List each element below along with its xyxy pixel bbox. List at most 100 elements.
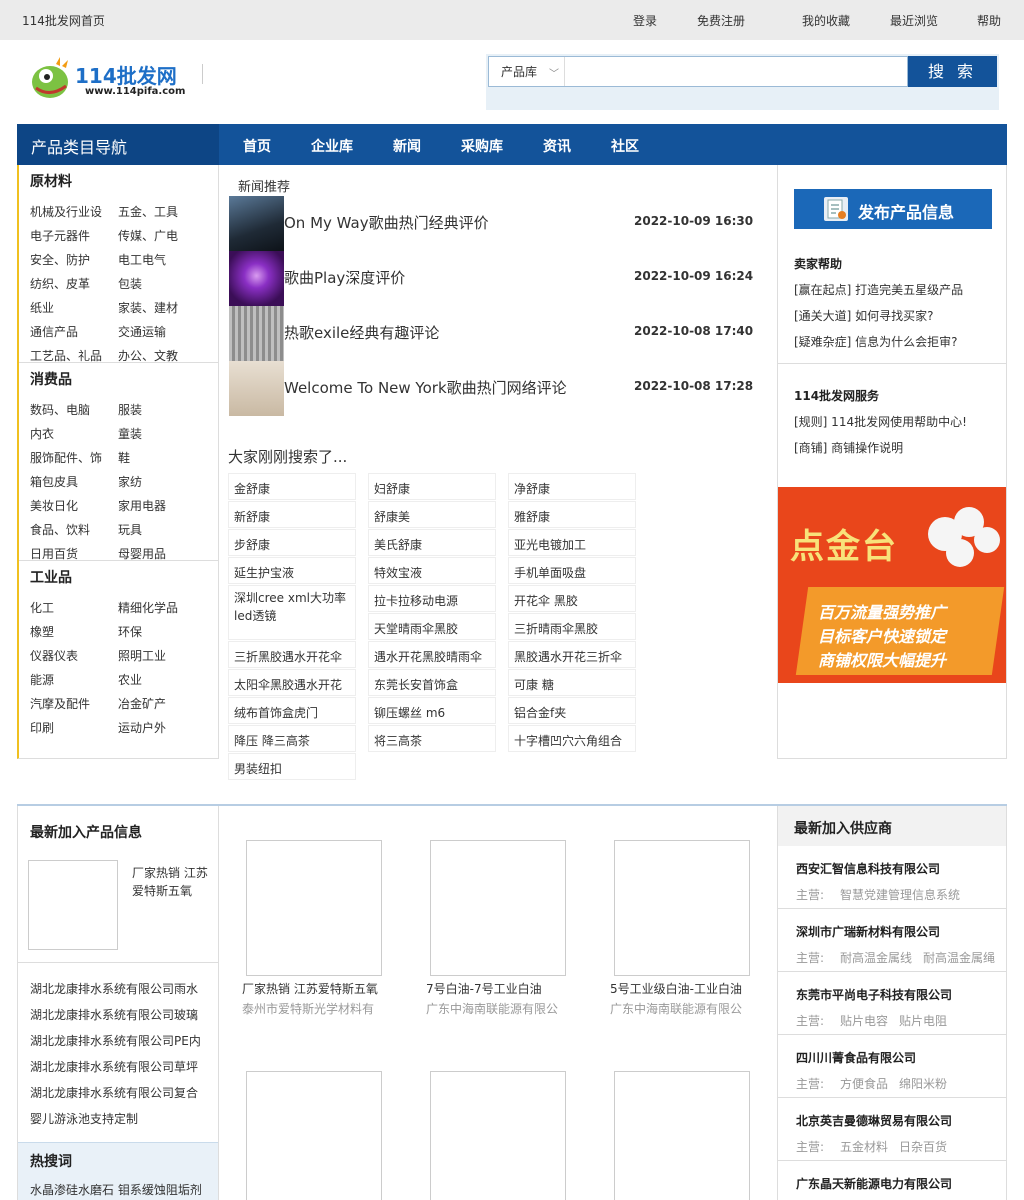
product-title[interactable]: 7号白油-7号工业白油 [426, 980, 566, 997]
category-item[interactable]: 橡塑 [30, 623, 54, 640]
publish-product-button[interactable]: 发布产品信息 [794, 189, 992, 229]
search-tag[interactable]: 妇舒康 [368, 473, 496, 500]
category-group-title[interactable]: 原材料 [30, 171, 72, 191]
category-item[interactable]: 交通运输 [118, 323, 166, 340]
supplier-main-product[interactable]: 五金材料 [840, 1138, 888, 1155]
product-image[interactable] [614, 840, 750, 976]
nav-companies[interactable]: 企业库 [311, 136, 353, 156]
search-tag[interactable]: 手机单面吸盘 [508, 557, 636, 584]
news-thumbnail[interactable] [229, 361, 284, 416]
help-link[interactable]: [通关大道] 如何寻找买家? [794, 307, 934, 324]
search-tag[interactable]: 可康 糖 [508, 669, 636, 696]
search-input[interactable] [567, 57, 905, 86]
featured-product-desc[interactable]: 厂家热销 江苏爱特斯五氧 [132, 864, 212, 900]
search-tag[interactable]: 铝合金f夹 [508, 697, 636, 724]
category-item[interactable]: 纺织、皮革 [30, 275, 90, 292]
hot-keyword-link[interactable]: 水晶渗硅水磨石 钼系缓蚀阻垢剂 [30, 1181, 202, 1198]
search-tag[interactable]: 新舒康 [228, 501, 356, 528]
promo-banner[interactable]: 点金台 百万流量强势推广 目标客户快速锁定 商铺权限大幅提升 [778, 487, 1006, 683]
category-item[interactable]: 能源 [30, 671, 54, 688]
supplier-name[interactable]: 西安汇智信息科技有限公司 [796, 860, 940, 877]
category-item[interactable]: 仪器仪表 [30, 647, 78, 664]
category-item[interactable]: 玩具 [118, 521, 142, 538]
supplier-main-product[interactable]: 贴片电阻 [899, 1012, 947, 1029]
search-tag[interactable]: 亚光电镀加工 [508, 529, 636, 556]
product-thumbnail[interactable] [28, 860, 118, 950]
help-link[interactable]: [赢在起点] 打造完美五星级产品 [794, 281, 963, 298]
search-tag[interactable]: 拉卡拉移动电源 [368, 585, 496, 612]
service-link[interactable]: [规则] 114批发网使用帮助中心! [794, 413, 967, 430]
search-tag[interactable]: 舒康美 [368, 501, 496, 528]
category-item[interactable]: 精细化学品 [118, 599, 178, 616]
search-tag[interactable]: 净舒康 [508, 473, 636, 500]
category-item[interactable]: 日用百货 [30, 545, 78, 562]
new-product-link[interactable]: 婴儿游泳池支持定制 [30, 1110, 138, 1127]
category-item[interactable]: 美妆日化 [30, 497, 78, 514]
news-item-title[interactable]: On My Way歌曲热门经典评价 [284, 212, 489, 233]
supplier-main-product[interactable]: 日杂百货 [899, 1138, 947, 1155]
supplier-main-product[interactable]: 方便食品 [840, 1075, 888, 1092]
product-title[interactable]: 5号工业级白油-工业白油 [610, 980, 750, 997]
supplier-item[interactable]: 广东晶天新能源电力有限公司 [778, 1161, 1006, 1200]
category-group-title[interactable]: 工业品 [30, 567, 72, 587]
new-product-link[interactable]: 湖北龙康排水系统有限公司PE内 [30, 1032, 201, 1049]
news-thumbnail[interactable] [229, 196, 284, 251]
category-item[interactable]: 印刷 [30, 719, 54, 736]
search-tag[interactable]: 雅舒康 [508, 501, 636, 528]
news-thumbnail[interactable] [229, 251, 284, 306]
new-product-link[interactable]: 湖北龙康排水系统有限公司雨水 [30, 980, 198, 997]
category-item[interactable]: 工艺品、礼品 [30, 347, 102, 364]
nav-news[interactable]: 新闻 [393, 136, 421, 156]
search-tag[interactable]: 黑胶遇水开花三折伞 [508, 641, 636, 668]
supplier-name[interactable]: 四川川菁食品有限公司 [796, 1049, 916, 1066]
supplier-main-product[interactable]: 绵阳米粉 [899, 1075, 947, 1092]
product-title[interactable]: 厂家热销 江苏爱特斯五氧 [242, 980, 382, 997]
product-company[interactable]: 广东中海南联能源有限公 [426, 1000, 566, 1017]
category-item[interactable]: 箱包皮具 [30, 473, 78, 490]
search-tag[interactable]: 太阳伞黑胶遇水开花 [228, 669, 356, 696]
category-item[interactable]: 环保 [118, 623, 142, 640]
search-tag[interactable]: 步舒康 [228, 529, 356, 556]
category-item[interactable]: 家用电器 [118, 497, 166, 514]
search-tag[interactable]: 美氏舒康 [368, 529, 496, 556]
product-image[interactable] [614, 1071, 750, 1200]
news-item-title[interactable]: 热歌exile经典有趣评论 [284, 322, 439, 343]
site-logo[interactable]: 114批发网 www.114pifa.com [28, 52, 208, 102]
supplier-name[interactable]: 深圳市广瑞新材料有限公司 [796, 923, 940, 940]
category-item[interactable]: 服装 [118, 401, 142, 418]
search-tag[interactable]: 天堂晴雨伞黑胶 [368, 613, 496, 640]
category-item[interactable]: 冶金矿产 [118, 695, 166, 712]
search-tag[interactable]: 东莞长安首饰盒 [368, 669, 496, 696]
category-item[interactable]: 服饰配件、饰 [30, 449, 102, 466]
register-link[interactable]: 免费注册 [697, 12, 745, 29]
search-tag[interactable]: 将三高茶 [368, 725, 496, 752]
category-item[interactable]: 鞋 [118, 449, 130, 466]
search-category-select[interactable]: 产品库 ﹀ [489, 57, 565, 86]
favorites-link[interactable]: 我的收藏 [802, 12, 850, 29]
category-item[interactable]: 家纺 [118, 473, 142, 490]
product-company[interactable]: 广东中海南联能源有限公 [610, 1000, 750, 1017]
category-group-title[interactable]: 消费品 [30, 369, 72, 389]
news-thumbnail[interactable] [229, 306, 284, 361]
search-tag[interactable]: 十字槽凹穴六角组合 [508, 725, 636, 752]
product-image[interactable] [430, 840, 566, 976]
nav-info[interactable]: 资讯 [543, 136, 571, 156]
category-item[interactable]: 纸业 [30, 299, 54, 316]
category-item[interactable]: 电工电气 [118, 251, 166, 268]
product-company[interactable]: 泰州市爱特斯光学材料有 [242, 1000, 382, 1017]
home-link[interactable]: 114批发网首页 [22, 12, 105, 29]
supplier-main-product[interactable]: 智慧党建管理信息系统 [840, 886, 960, 903]
recent-link[interactable]: 最近浏览 [890, 12, 938, 29]
category-item[interactable]: 运动户外 [118, 719, 166, 736]
login-link[interactable]: 登录 [633, 12, 657, 29]
supplier-item[interactable]: 北京英吉曼德琳贸易有限公司 主营: 五金材料 日杂百货 [778, 1098, 1006, 1161]
search-tag[interactable]: 金舒康 [228, 473, 356, 500]
category-nav-title[interactable]: 产品类目导航 [17, 124, 219, 165]
news-item[interactable]: 热歌exile经典有趣评论 2022-10-08 17:40 [228, 306, 758, 361]
new-product-link[interactable]: 湖北龙康排水系统有限公司草坪 [30, 1058, 198, 1075]
new-product-link[interactable]: 湖北龙康排水系统有限公司复合 [30, 1084, 198, 1101]
supplier-item[interactable]: 深圳市广瑞新材料有限公司 主营: 耐高温金属线 耐高温金属绳 [778, 909, 1006, 972]
search-button[interactable]: 搜 索 [908, 56, 997, 87]
supplier-main-product[interactable]: 耐高温金属绳 [923, 949, 995, 966]
supplier-item[interactable]: 四川川菁食品有限公司 主营: 方便食品 绵阳米粉 [778, 1035, 1006, 1098]
